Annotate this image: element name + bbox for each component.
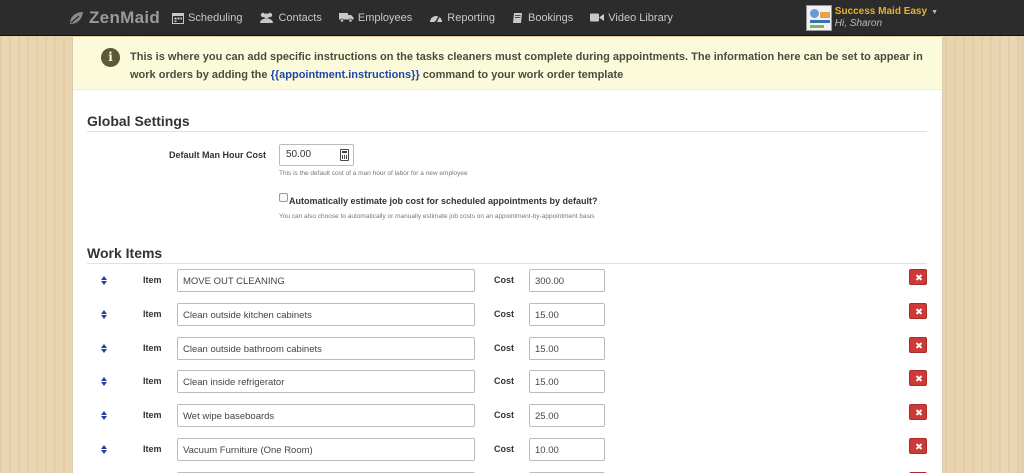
user-menu[interactable]: Success Maid Easy Hi, Sharon ▼ bbox=[805, 5, 938, 31]
cost-label: Cost bbox=[494, 444, 514, 454]
dashboard-icon bbox=[430, 15, 443, 23]
info-alert: i This is where you can add specific ins… bbox=[73, 37, 942, 90]
cost-value: 300.00 bbox=[535, 276, 565, 287]
work-item-row: Item Vacuum Furniture (One Room) Cost 10.00 bbox=[73, 437, 942, 461]
truck-icon bbox=[338, 13, 354, 23]
item-value: Clean outside kitchen cabinets bbox=[183, 309, 312, 321]
cost-input[interactable]: 300.00 bbox=[529, 269, 605, 292]
info-code: {{appointment.instructions}} bbox=[270, 69, 420, 81]
nav-scheduling[interactable]: Scheduling bbox=[172, 0, 242, 36]
info-text-end: command to your work order template bbox=[419, 69, 624, 81]
auto-estimate-label[interactable]: Automatically estimate job cost for sche… bbox=[289, 196, 598, 206]
man-hour-value: 50.00 bbox=[286, 149, 312, 160]
nav-employees[interactable]: Employees bbox=[338, 0, 413, 36]
delete-item-button[interactable] bbox=[909, 269, 927, 285]
item-input[interactable]: Vacuum Furniture (One Room) bbox=[177, 438, 475, 461]
cost-input[interactable]: 25.00 bbox=[529, 404, 605, 428]
delete-item-button[interactable] bbox=[909, 404, 927, 421]
drag-handle-icon[interactable] bbox=[101, 445, 107, 455]
chevron-down-icon: ▼ bbox=[931, 8, 938, 16]
cost-value: 25.00 bbox=[535, 411, 559, 423]
cost-label: Cost bbox=[494, 275, 514, 285]
cost-value: 15.00 bbox=[535, 309, 559, 321]
brand-name: ZenMaid bbox=[89, 7, 161, 27]
nav-bookings[interactable]: Bookings bbox=[512, 0, 573, 36]
item-value: MOVE OUT CLEANING bbox=[183, 276, 285, 287]
item-label: Item bbox=[143, 444, 162, 454]
drag-handle-icon[interactable] bbox=[101, 276, 107, 286]
cost-label: Cost bbox=[494, 342, 514, 353]
delete-item-button[interactable] bbox=[909, 336, 927, 353]
nav-label: Employees bbox=[357, 11, 413, 24]
drag-handle-icon[interactable] bbox=[101, 343, 107, 354]
book-icon bbox=[512, 12, 522, 23]
item-value: Clean outside bathroom cabinets bbox=[183, 343, 322, 355]
nav-video-library[interactable]: Video Library bbox=[590, 0, 673, 36]
drag-handle-icon[interactable] bbox=[101, 309, 107, 320]
calendar-icon bbox=[172, 12, 184, 24]
cost-label: Cost bbox=[494, 308, 514, 319]
item-input[interactable]: Clean outside kitchen cabinets bbox=[177, 302, 475, 326]
drag-handle-icon[interactable] bbox=[101, 377, 107, 387]
item-input[interactable]: Wet wipe baseboards bbox=[177, 404, 475, 428]
cost-label: Cost bbox=[494, 410, 514, 421]
global-settings-heading: Global Settings bbox=[87, 113, 927, 132]
item-input[interactable]: MOVE OUT CLEANING bbox=[177, 269, 475, 292]
nav-label: Scheduling bbox=[188, 11, 243, 24]
user-company: Success Maid Easy bbox=[834, 6, 928, 17]
auto-estimate-checkbox[interactable] bbox=[279, 193, 288, 202]
brand-logo[interactable]: ZenMaid bbox=[68, 8, 172, 28]
work-item-row: Item Clean inside refrigerator Cost 15.00 bbox=[73, 369, 942, 394]
auto-estimate-help: You can also choose to automatically or … bbox=[279, 213, 595, 220]
work-item-row: Item MOVE OUT CLEANING Cost 300.00 bbox=[73, 268, 942, 292]
man-hour-help: This is the default cost of a man hour o… bbox=[279, 170, 468, 177]
item-input[interactable]: Clean outside bathroom cabinets bbox=[177, 336, 475, 360]
cost-input[interactable]: 15.00 bbox=[529, 370, 605, 394]
drag-handle-icon[interactable] bbox=[101, 411, 107, 421]
nav-label: Reporting bbox=[447, 11, 495, 24]
video-icon bbox=[590, 13, 605, 22]
item-value: Vacuum Furniture (One Room) bbox=[183, 445, 313, 456]
cost-value: 15.00 bbox=[535, 377, 559, 389]
cost-label: Cost bbox=[494, 376, 514, 387]
nav-contacts[interactable]: Contacts bbox=[259, 0, 322, 36]
cost-value: 15.00 bbox=[535, 343, 559, 355]
delete-item-button[interactable] bbox=[909, 302, 927, 319]
avatar bbox=[805, 5, 832, 31]
man-hour-label: Default Man Hour Cost bbox=[169, 150, 267, 160]
people-icon bbox=[260, 12, 274, 23]
nav-label: Video Library bbox=[608, 11, 673, 24]
item-value: Clean inside refrigerator bbox=[183, 377, 285, 389]
man-hour-input[interactable]: 50.00 bbox=[279, 144, 354, 166]
zenmaid-leaf-icon bbox=[70, 11, 83, 24]
calculator-icon[interactable] bbox=[340, 149, 349, 161]
scroll-edge bbox=[1016, 36, 1024, 473]
cost-input[interactable]: 10.00 bbox=[529, 438, 605, 461]
work-item-row: Item Clean outside kitchen cabinets Cost 15… bbox=[73, 302, 942, 326]
item-label: Item bbox=[143, 308, 162, 319]
cost-input[interactable]: 15.00 bbox=[529, 302, 605, 326]
nav-reporting[interactable]: Reporting bbox=[429, 0, 495, 36]
nav-label: Bookings bbox=[527, 11, 574, 24]
cost-input[interactable]: 15.00 bbox=[529, 336, 605, 360]
item-value: Wet wipe baseboards bbox=[183, 411, 275, 423]
top-navbar: ZenMaid Scheduling Contacts Employees Re… bbox=[0, 0, 1024, 36]
info-icon: i bbox=[101, 48, 120, 67]
user-greeting: Hi, Sharon bbox=[834, 18, 883, 29]
cost-value: 10.00 bbox=[535, 445, 559, 456]
item-input[interactable]: Clean inside refrigerator bbox=[177, 370, 475, 394]
settings-panel: i This is where you can add specific ins… bbox=[72, 37, 943, 473]
delete-item-button[interactable] bbox=[909, 438, 927, 454]
nav-label: Contacts bbox=[278, 11, 322, 24]
work-items-heading: Work Items bbox=[87, 245, 927, 264]
item-label: Item bbox=[143, 342, 162, 353]
item-label: Item bbox=[143, 275, 162, 285]
work-item-row: Item Wet wipe baseboards Cost 25.00 bbox=[73, 403, 942, 428]
work-item-row: Item Clean outside bathroom cabinets Cost 1… bbox=[73, 336, 942, 360]
item-label: Item bbox=[143, 376, 162, 387]
delete-item-button[interactable] bbox=[909, 370, 927, 387]
item-label: Item bbox=[143, 410, 162, 421]
